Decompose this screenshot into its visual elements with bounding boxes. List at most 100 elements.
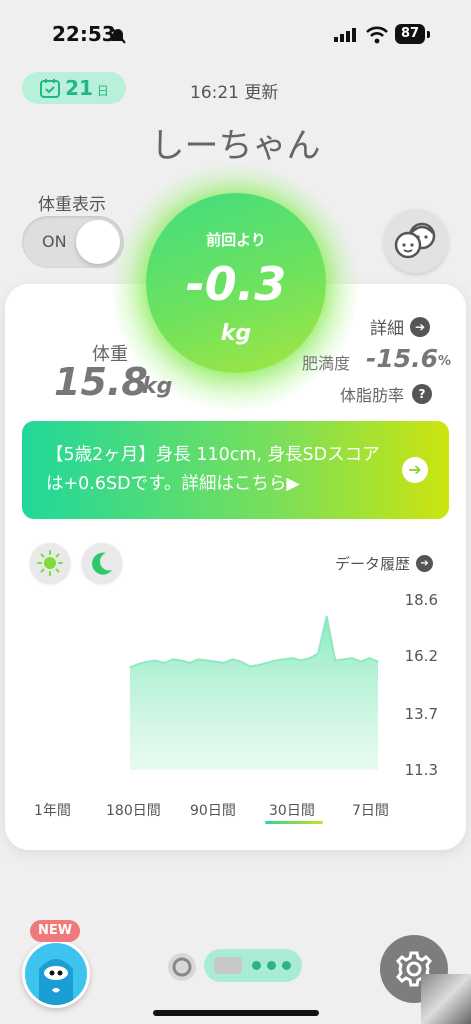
range-option[interactable]: 1年間 <box>34 800 71 820</box>
day-count-badge[interactable]: 21 日 <box>22 72 126 104</box>
weight-chart: 18.6 16.2 13.7 11.3 <box>129 591 438 779</box>
child-name[interactable]: しーちゃん <box>0 118 471 167</box>
chart-point <box>266 662 268 664</box>
day-count: 21 <box>65 76 93 100</box>
chart-point <box>351 657 353 659</box>
arrow-right-icon: ➔ <box>410 316 430 337</box>
chart-point <box>283 658 285 660</box>
chart-point <box>155 659 157 662</box>
weight-unit: kg <box>142 374 173 399</box>
help-icon: ? <box>412 384 433 404</box>
moon-icon <box>92 552 112 575</box>
chart-point <box>317 653 319 655</box>
y-tick-label: 16.2 <box>405 647 438 665</box>
toggle-state-text: ON <box>42 232 67 251</box>
range-option[interactable]: 90日間 <box>190 800 236 820</box>
bell-muted-icon <box>110 26 126 44</box>
battery-indicator: 87 <box>395 24 425 44</box>
day-unit: 日 <box>96 83 109 98</box>
change-value: -0.3 <box>185 257 287 311</box>
chart-point <box>223 662 225 664</box>
mascot-icon <box>39 959 73 1005</box>
chart-point <box>291 657 294 659</box>
bodyfat-text: 体脂肪率 <box>340 386 405 405</box>
calendar-check-icon <box>40 79 61 98</box>
page-indicator-current <box>214 957 242 974</box>
chart-point <box>129 666 131 669</box>
obesity-label: 肥満度 <box>302 354 351 373</box>
new-badge: NEW <box>30 920 80 942</box>
page-dot <box>252 961 261 970</box>
switch-child-button[interactable] <box>384 209 448 273</box>
obesity-unit: % <box>438 354 452 369</box>
chart-point <box>138 663 140 665</box>
updated-time: 16:21 更新 <box>190 83 279 103</box>
y-tick-label: 13.7 <box>405 705 438 723</box>
status-time: 22:53 <box>52 22 116 46</box>
kids-face-icon <box>394 222 436 259</box>
chart-point <box>334 659 336 662</box>
data-history-link[interactable]: データ履歴 ➔ <box>335 553 434 574</box>
weight-value: 15.8 <box>54 360 148 404</box>
chart-point <box>232 658 234 660</box>
page-indicator[interactable] <box>204 949 302 982</box>
chart-point <box>257 664 259 666</box>
chart-point <box>163 662 165 664</box>
chart-point <box>214 661 217 663</box>
chart-point <box>240 661 242 663</box>
chart-area <box>130 616 378 770</box>
banner-text: 【5歳2ヶ月】身長 110cm, 身長SDスコアは+0.6SDです。詳細はこちら… <box>46 445 380 494</box>
battery-cap <box>427 31 430 38</box>
chart-point <box>189 662 191 664</box>
change-unit: kg <box>220 321 252 346</box>
height-info-banner[interactable]: 【5歳2ヶ月】身長 110cm, 身長SDスコアは+0.6SDです。詳細はこちら… <box>22 421 449 519</box>
arrow-right-icon: ➔ <box>416 555 434 572</box>
home-indicator <box>153 1010 319 1016</box>
range-option[interactable]: 30日間 <box>269 800 315 820</box>
weight-display-toggle[interactable]: ON <box>22 216 124 268</box>
scale-icon <box>172 957 192 977</box>
thumbnail-image <box>421 974 471 1024</box>
range-selected-underline <box>265 821 323 824</box>
chart-point <box>180 659 182 662</box>
signal-icon <box>334 28 356 42</box>
page-dot <box>267 961 276 970</box>
chart-area-group <box>129 615 379 770</box>
y-tick-label: 11.3 <box>405 761 438 779</box>
chart-point <box>326 615 328 617</box>
chart-point <box>172 658 174 660</box>
page-indicator-first[interactable] <box>168 953 196 981</box>
weight-change-circle[interactable]: 前回より -0.3 kg <box>146 193 326 373</box>
page-dot <box>282 961 291 970</box>
chart-yticks: 18.6 16.2 13.7 11.3 <box>405 591 438 779</box>
y-tick-label: 18.6 <box>405 591 438 609</box>
chart-point <box>368 657 370 659</box>
wifi-icon <box>366 26 388 44</box>
bodyfat-label[interactable]: 体脂肪率 ? <box>340 382 433 406</box>
chart-point <box>146 661 148 663</box>
sun-icon <box>37 550 63 576</box>
range-option[interactable]: 7日間 <box>352 800 389 820</box>
history-label: データ履歴 <box>335 555 411 573</box>
mascot-button[interactable] <box>22 940 90 1008</box>
chart-point <box>343 658 345 660</box>
details-label: 詳細 <box>370 319 404 339</box>
chart-line <box>129 616 379 669</box>
chart-point <box>197 658 199 660</box>
chart-point <box>360 661 362 663</box>
chart-point <box>249 665 251 667</box>
change-label: 前回より <box>206 231 266 249</box>
chart-point <box>377 661 379 663</box>
details-link[interactable]: 詳細 ➔ <box>370 314 430 339</box>
chart-point <box>274 659 276 662</box>
chart-point <box>206 659 208 662</box>
daytime-toggle-button[interactable] <box>30 543 70 583</box>
toggle-knob <box>76 220 120 264</box>
nighttime-toggle-button[interactable] <box>82 543 122 583</box>
chart-point <box>300 659 302 662</box>
range-option[interactable]: 180日間 <box>106 800 161 820</box>
arrow-right-icon: ➔ <box>402 457 428 483</box>
chart-point <box>309 657 311 659</box>
obesity-value: -15.6 <box>366 344 439 373</box>
weight-display-label: 体重表示 <box>38 195 106 215</box>
